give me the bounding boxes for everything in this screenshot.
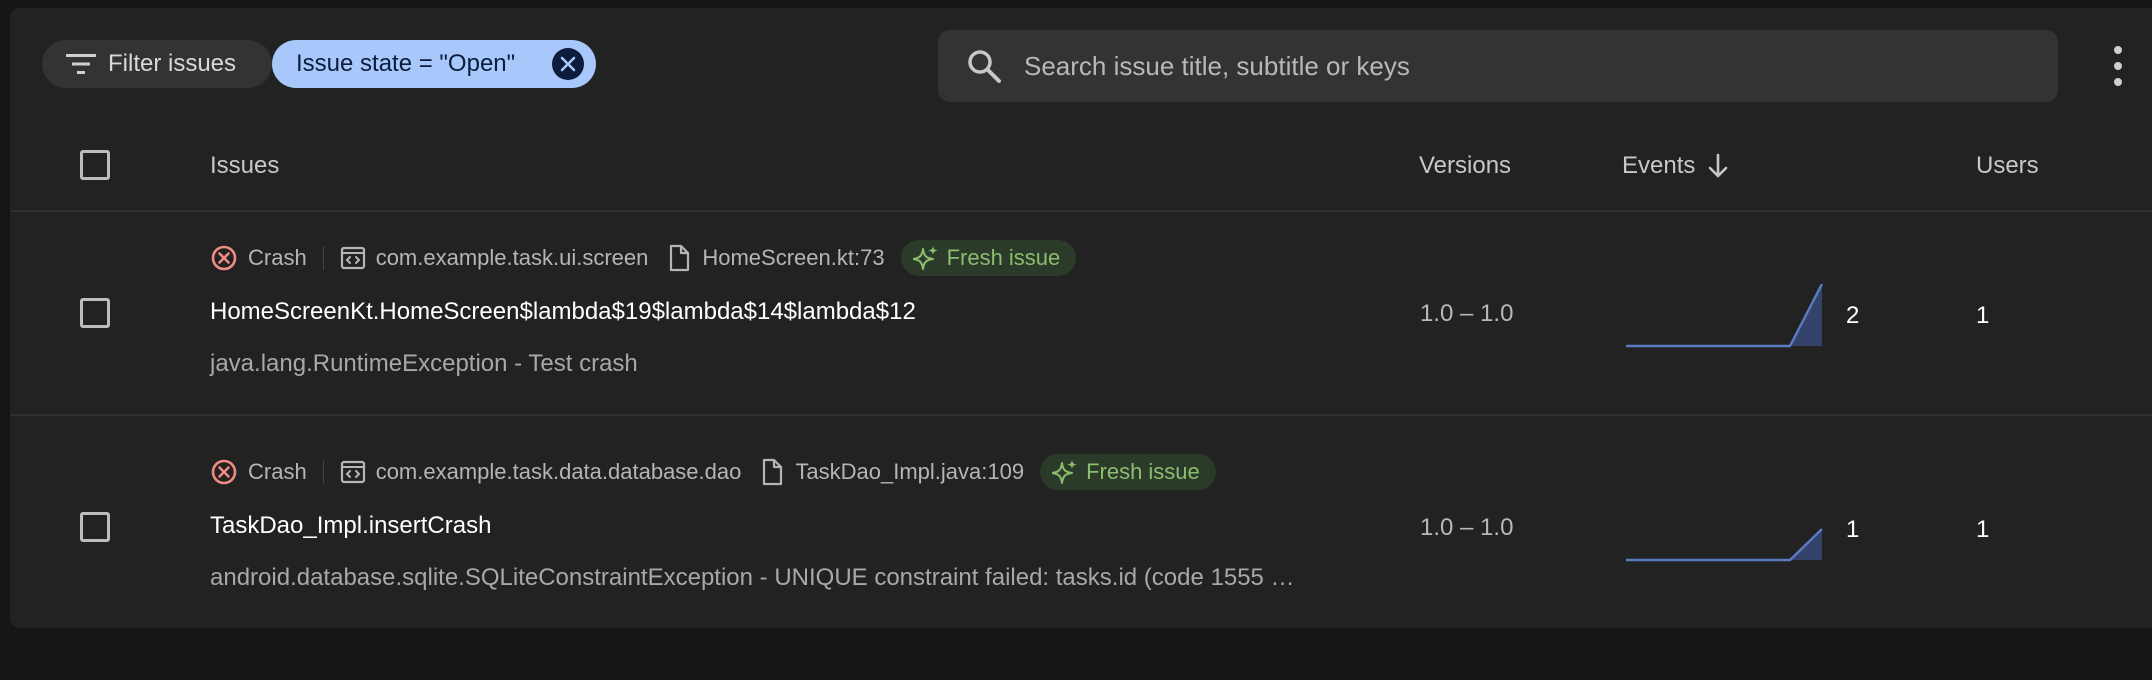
- users-count: 1: [1976, 302, 1990, 329]
- package-icon: [340, 460, 365, 484]
- issue-meta: Crash com.example.task.ui.screen HomeScr…: [210, 240, 1077, 276]
- row-checkbox[interactable]: [80, 512, 110, 542]
- sparkle-icon: [1052, 460, 1078, 484]
- more-vert-icon[interactable]: [2108, 44, 2128, 88]
- header-events[interactable]: Events: [1622, 152, 1729, 180]
- table-header: Issues Versions Events Users: [10, 120, 2152, 212]
- toolbar: Filter issues Issue state = "Open" Searc…: [10, 8, 2152, 120]
- arrow-down-icon: [1709, 153, 1728, 178]
- events-sparkline: [1626, 284, 1824, 348]
- sparkline-line: [1626, 528, 1823, 562]
- header-issues[interactable]: Issues: [210, 152, 279, 180]
- sparkline-area: [1626, 529, 1822, 560]
- row-checkbox[interactable]: [80, 298, 110, 328]
- header-users[interactable]: Users: [1976, 152, 2039, 180]
- issue-package: com.example.task.data.database.dao: [340, 459, 742, 485]
- search-placeholder: Search issue title, subtitle or keys: [1024, 50, 1410, 81]
- issue-type-label: Crash: [248, 459, 307, 484]
- events-count: 1: [1846, 516, 1860, 543]
- issue-type: Crash: [210, 244, 307, 272]
- issue-package-label: com.example.task.data.database.dao: [375, 459, 742, 484]
- issue-type-label: Crash: [248, 245, 307, 270]
- sparkline-area: [1626, 284, 1822, 346]
- issue-file: TaskDao_Impl.java:109: [761, 458, 1024, 486]
- issue-title[interactable]: HomeScreenKt.HomeScreen$lambda$19$lambda…: [210, 298, 916, 326]
- divider: [322, 246, 324, 270]
- package-icon: [340, 246, 365, 270]
- events-sparkline: [1626, 528, 1823, 562]
- version-range: 1.0 – 1.0: [1420, 300, 1514, 327]
- search-icon: [968, 50, 1001, 83]
- file-icon: [763, 458, 783, 486]
- close-icon[interactable]: [552, 48, 584, 80]
- issue-file-label: HomeScreen.kt:73: [702, 245, 885, 270]
- users-count: 1: [1976, 516, 1990, 543]
- divider: [322, 460, 324, 484]
- sparkline-line: [1626, 284, 1824, 348]
- crash-icon: [211, 245, 237, 271]
- search-input[interactable]: Search issue title, subtitle or keys: [938, 30, 2058, 102]
- issue-state-label: Issue state = "Open": [296, 50, 516, 77]
- events-count: 2: [1846, 302, 1860, 329]
- filter-issues-label: Filter issues: [108, 50, 237, 77]
- version-range: 1.0 – 1.0: [1420, 514, 1514, 541]
- issue-type: Crash: [210, 458, 307, 486]
- issue-file-label: TaskDao_Impl.java:109: [795, 459, 1025, 484]
- fresh-issue-badge: Fresh issue: [900, 240, 1077, 276]
- filter-icon: [66, 54, 96, 74]
- sparkle-icon: [912, 246, 938, 270]
- header-versions[interactable]: Versions: [1419, 152, 1511, 180]
- issues-panel: Filter issues Issue state = "Open" Searc…: [10, 8, 2152, 628]
- fresh-issue-badge: Fresh issue: [1040, 454, 1216, 490]
- issue-title[interactable]: TaskDao_Impl.insertCrash: [210, 512, 491, 540]
- fresh-issue-label: Fresh issue: [946, 245, 1061, 270]
- issue-subtitle: android.database.sqlite.SQLiteConstraint…: [210, 564, 1295, 591]
- issue-package: com.example.task.ui.screen: [340, 245, 649, 271]
- issue-meta: Crash com.example.task.data.database.dao…: [210, 454, 1216, 490]
- table-row[interactable]: Crash com.example.task.data.database.dao…: [10, 416, 2152, 628]
- header-events-label: Events: [1622, 152, 1696, 179]
- issue-file: HomeScreen.kt:73: [668, 244, 885, 272]
- issue-subtitle: java.lang.RuntimeException - Test crash: [210, 350, 638, 377]
- issue-package-label: com.example.task.ui.screen: [375, 245, 649, 270]
- table-row[interactable]: Crash com.example.task.ui.screen HomeScr…: [10, 202, 2152, 416]
- crash-icon: [211, 459, 237, 485]
- issue-state-chip[interactable]: Issue state = "Open": [272, 40, 596, 88]
- filter-issues-chip[interactable]: Filter issues: [42, 40, 272, 88]
- fresh-issue-label: Fresh issue: [1086, 459, 1200, 484]
- select-all-checkbox[interactable]: [80, 150, 110, 180]
- file-icon: [670, 244, 690, 272]
